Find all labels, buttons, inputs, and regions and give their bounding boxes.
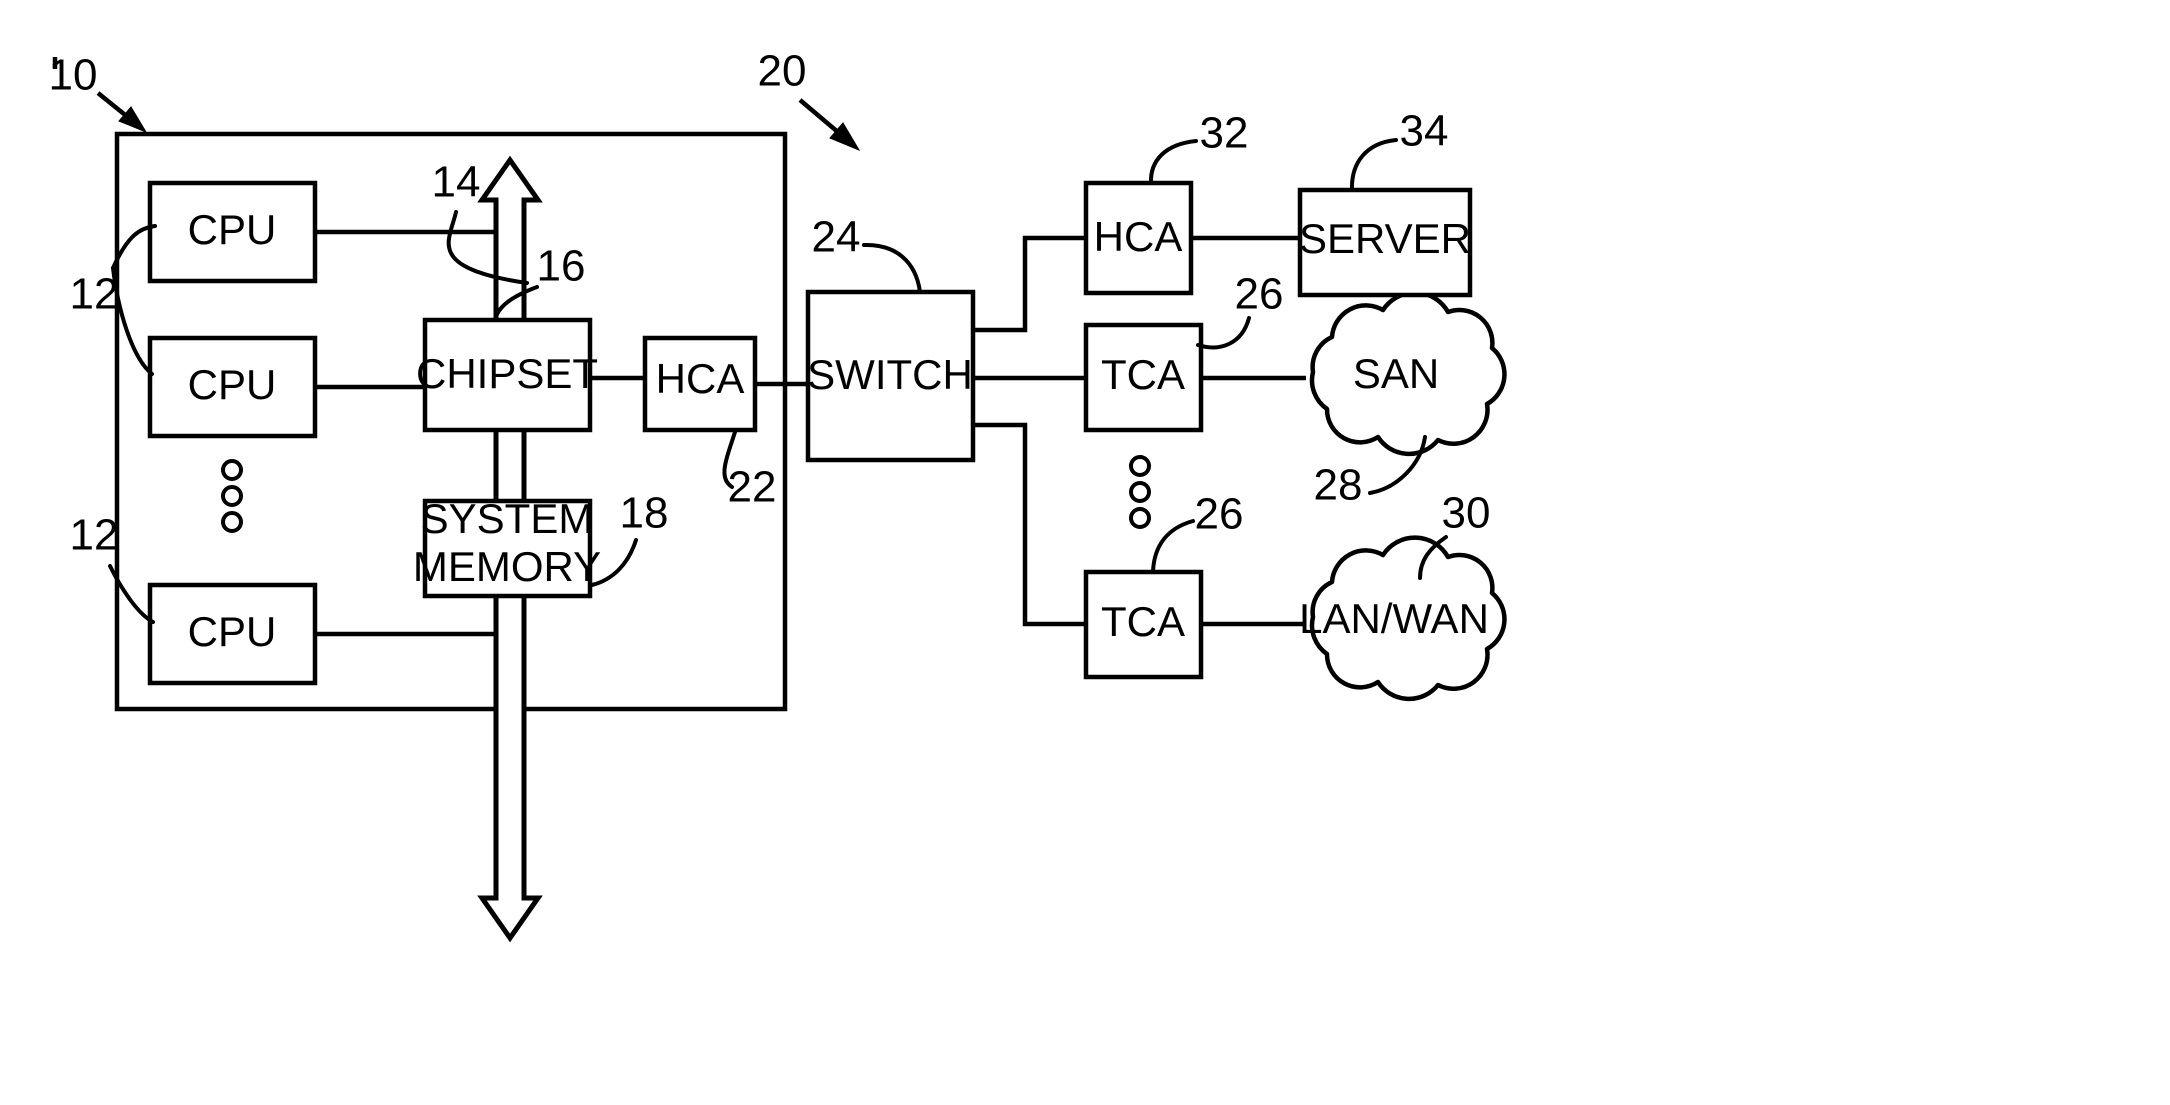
label-chipset: CHIPSET [416,350,598,397]
patent-figure: CPU CPU CPU CHIPSET SYSTEM MEMORY HCA SW… [0,0,2170,1105]
ref-numeral-24: 24 [812,213,861,262]
ref-numeral-16: 16 [537,242,586,291]
ref-numeral-30: 30 [1442,489,1491,538]
tca-ellipsis-dot [1129,481,1151,503]
tca-ellipsis-dot [1129,455,1151,477]
label-lanwan: LAN/WAN [1299,595,1489,642]
label-san: SAN [1353,350,1439,397]
leader-32 [1148,139,1198,185]
cpu-ellipsis-dot [221,511,243,533]
ref-numeral-26-lan: 26 [1195,490,1244,539]
label-cpu-2: CPU [188,361,277,408]
ref-numeral-34: 34 [1400,107,1449,156]
wire-switch-hca-server [973,235,1086,333]
label-switch: SWITCH [807,351,973,398]
label-system-memory-line2: MEMORY [413,543,601,590]
ref-numeral-14: 14 [432,158,481,207]
label-cpu-1: CPU [188,206,277,253]
ref-numeral-12-upper: 12 [70,270,119,319]
ref-numeral-18: 18 [620,489,669,538]
label-server: SERVER [1299,215,1471,262]
ref-numeral-32: 32 [1200,109,1249,158]
leader-26-san [1196,316,1251,350]
cpu-ellipsis-dot [221,459,243,481]
cpu-ellipsis-dot [221,485,243,507]
ref-numeral-28: 28 [1314,461,1363,510]
tca-ellipsis-dot [1129,507,1151,529]
label-system-memory-line1: SYSTEM [421,495,594,542]
ref-numeral-22: 22 [728,463,777,512]
figure-canvas: CPU CPU CPU CHIPSET SYSTEM MEMORY HCA SW… [49,47,1507,943]
label-tca-san: TCA [1101,351,1185,398]
wire-switch-tca-lan [973,422,1086,627]
leader-24 [862,242,922,294]
label-tca-lan: TCA [1101,598,1185,645]
label-hca-server: HCA [1094,213,1183,260]
label-hca-host: HCA [656,355,745,402]
leader-26-lan [1151,519,1195,574]
ref-numeral-12-lower: 12 [70,511,119,560]
ref-numeral-20: 20 [758,47,807,96]
leader-34 [1349,138,1398,192]
ref-numeral-26-san: 26 [1235,270,1284,319]
label-cpu-3: CPU [188,608,277,655]
